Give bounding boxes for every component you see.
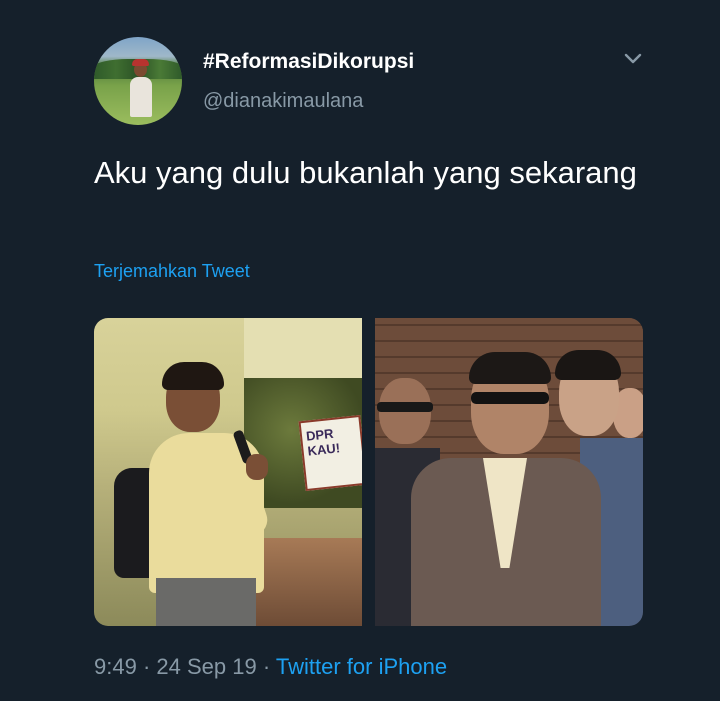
photo-right-figure-hair bbox=[555, 350, 621, 380]
tweet-metadata: 9:49 · 24 Sep 19 · Twitter for iPhone bbox=[94, 654, 447, 680]
tweet-text: Aku yang dulu bukanlah yang sekarang bbox=[94, 155, 637, 190]
tweet-source-link[interactable]: Twitter for iPhone bbox=[276, 654, 447, 679]
avatar[interactable] bbox=[94, 37, 182, 125]
media-photo-right[interactable] bbox=[375, 318, 643, 626]
user-handle[interactable]: @dianakimaulana bbox=[203, 90, 363, 113]
tweet-time[interactable]: 9:49 bbox=[94, 654, 137, 679]
photo-hand bbox=[246, 454, 268, 480]
chevron-down-icon[interactable] bbox=[624, 52, 642, 66]
meta-separator: · bbox=[262, 654, 271, 679]
media-photo-left[interactable]: DPR KAU! bbox=[94, 318, 362, 626]
protest-sign: DPR KAU! bbox=[298, 414, 362, 492]
photo-main-figure-hair bbox=[469, 352, 551, 384]
display-name[interactable]: #ReformasiDikorupsi bbox=[203, 50, 414, 74]
tweet-media[interactable]: DPR KAU! bbox=[94, 318, 643, 626]
translate-tweet-link[interactable]: Terjemahkan Tweet bbox=[94, 261, 250, 282]
photo-left-figure-sunglasses bbox=[377, 402, 433, 412]
protest-sign-line2: KAU! bbox=[306, 440, 341, 459]
photo-hair bbox=[162, 362, 224, 390]
tweet: #ReformasiDikorupsi @dianakimaulana Aku … bbox=[0, 0, 720, 701]
photo-pants bbox=[156, 578, 256, 626]
tweet-date[interactable]: 24 Sep 19 bbox=[156, 654, 256, 679]
protest-sign-text: DPR KAU! bbox=[305, 425, 341, 459]
avatar-person-cap bbox=[132, 59, 149, 66]
meta-separator: · bbox=[142, 654, 151, 679]
photo-main-figure-sunglasses bbox=[471, 392, 549, 404]
avatar-person-body bbox=[130, 77, 152, 117]
